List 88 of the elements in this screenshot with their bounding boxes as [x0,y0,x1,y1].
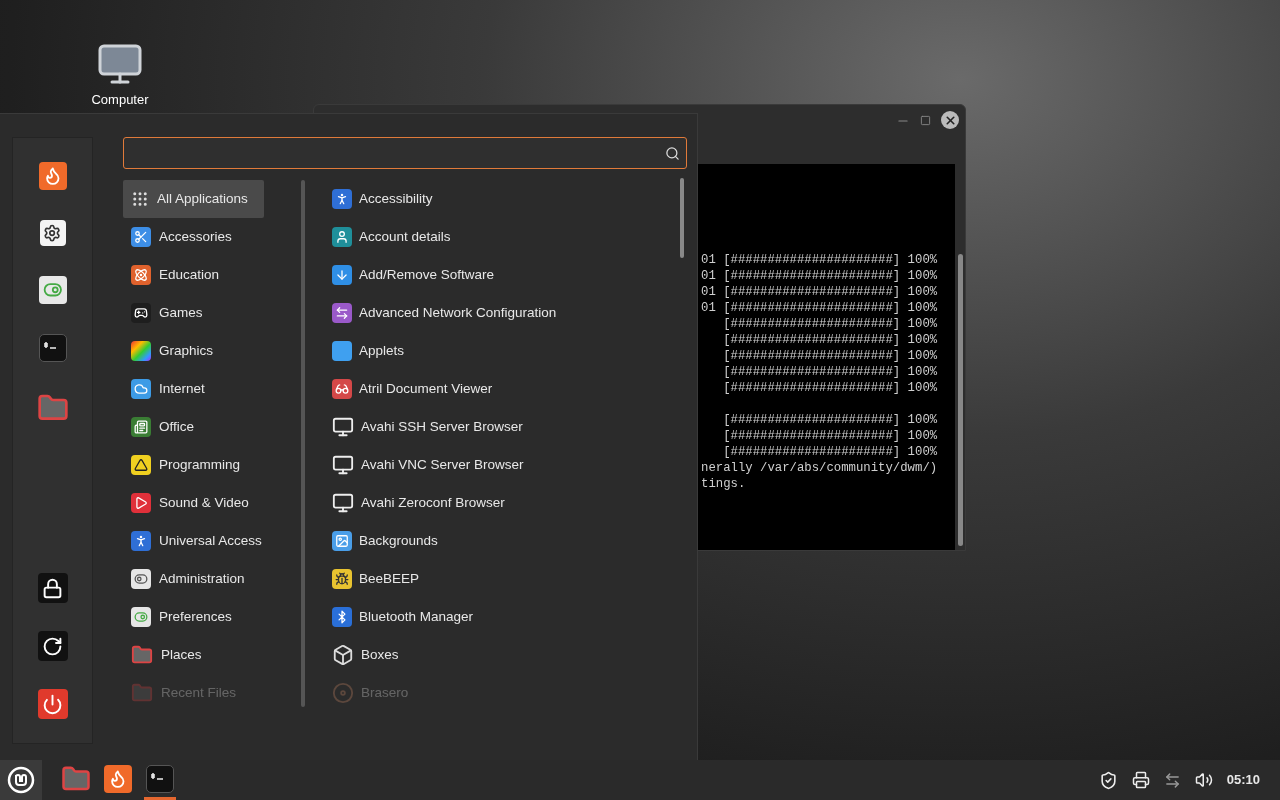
printer-icon[interactable] [1131,771,1150,789]
terminal-line: tings. [701,476,747,492]
desktop-icon-label: Computer [91,91,149,109]
search-field[interactable] [123,137,687,169]
disc-icon [332,682,354,704]
category-item[interactable]: Preferences [123,598,301,636]
user-icon [332,227,352,247]
person-icon [332,189,352,209]
category-item[interactable]: Places [123,636,301,674]
category-item[interactable]: Accessories [123,218,301,256]
category-item[interactable]: Administration [123,560,301,598]
maximize-icon[interactable] [920,115,931,126]
category-item[interactable]: All Applications [123,180,264,218]
terminal-icon [38,334,67,362]
power-icon [37,689,68,719]
app-item[interactable]: Boxes [330,636,677,674]
terminal-line: [######################] 100% [722,316,939,332]
category-item[interactable]: Universal Access [123,522,301,560]
volume-icon[interactable] [1194,771,1213,789]
app-item[interactable]: Avahi Zeroconf Browser [330,484,677,522]
app-item[interactable]: BeeBEEP [330,560,677,598]
menu-button[interactable] [0,760,42,800]
grid-icon [131,190,149,208]
play-icon [131,493,151,513]
app-item[interactable]: Account details [330,218,677,256]
document-icon [131,417,151,437]
terminal-line: [######################] 100% [722,428,939,444]
folder-icon [131,644,153,666]
monitor-icon [332,492,354,514]
app-item[interactable]: Avahi SSH Server Browser [330,408,677,446]
app-item[interactable]: Add/Remove Software [330,256,677,294]
terminal-line: 01 [######################] 100% [701,268,939,284]
settings-icon [39,220,66,246]
toggle-icon [131,607,151,627]
category-item[interactable]: Programming [123,446,301,484]
arrows-icon [332,303,352,323]
app-item[interactable]: Backgrounds [330,522,677,560]
download-icon [332,265,352,285]
terminal-line: [######################] 100% [722,348,939,364]
box-icon [332,644,354,666]
folder-icon [131,682,153,704]
category-item[interactable]: Office [123,408,301,446]
person-icon [131,531,151,551]
desktop-icon[interactable]: Computer [86,40,154,110]
terminal-line: 01 [######################] 100% [701,252,939,268]
category-item[interactable]: Games [123,294,301,332]
app-item[interactable]: Accessibility [330,180,677,218]
lock-icon [37,573,68,603]
terminal-line: 01 [######################] 100% [701,284,939,300]
app-item[interactable]: Bluetooth Manager [330,598,677,636]
terminal-line: 01 [######################] 100% [701,300,939,316]
terminal-line: [######################] 100% [722,332,939,348]
monitor-icon [332,416,354,438]
category-item[interactable]: Internet [123,370,301,408]
category-item[interactable]: Graphics [123,332,301,370]
logo-icon [7,766,35,794]
terminal-icon [146,764,174,793]
terminal-line: [######################] 100% [722,380,939,396]
toggle-icon [38,276,67,304]
scrollbar-thumb[interactable] [957,254,963,546]
terminal-line: [######################] 100% [722,412,939,428]
gamepad-icon [131,303,151,323]
terminal-line: [######################] 100% [722,364,939,380]
atom-icon [131,265,151,285]
scrollbar-thumb[interactable] [680,178,684,258]
image-icon [332,531,352,551]
category-item[interactable]: Education [123,256,301,294]
glasses-icon [332,379,352,399]
search-icon [665,145,680,161]
terminal-line: [######################] 100% [722,444,939,460]
app-item[interactable]: Avahi VNC Server Browser [330,446,677,484]
clock[interactable]: 05:10 [1226,770,1260,790]
logout-icon [37,631,68,661]
scissors-icon [131,227,151,247]
monitor-icon [332,454,354,476]
app-item[interactable]: Atril Document Viewer [330,370,677,408]
shield-icon[interactable] [1098,770,1118,790]
category-item[interactable]: Sound & Video [123,484,301,522]
bluetooth-icon [332,607,352,627]
network-icon[interactable] [1163,771,1181,789]
terminal-line: nerally /var/abs/community/dwm/) [701,460,939,476]
app-item[interactable]: Applets [330,332,677,370]
close-button[interactable] [941,111,959,129]
scrollbar-thumb[interactable] [301,180,305,707]
close-icon [943,113,957,127]
cloud-icon [131,379,151,399]
toggle-icon [131,569,151,589]
app-item[interactable]: Advanced Network Configuration [330,294,677,332]
